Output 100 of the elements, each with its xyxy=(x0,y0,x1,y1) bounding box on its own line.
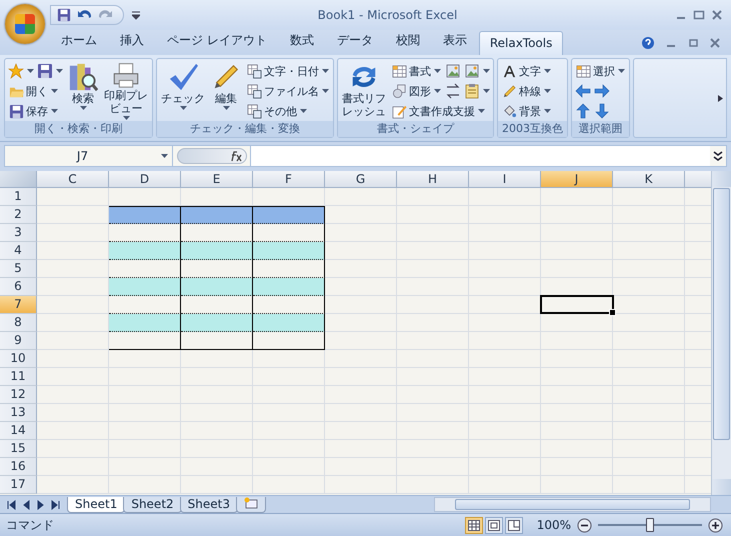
pencil-icon xyxy=(502,84,517,98)
table-icon xyxy=(247,64,262,78)
column-header[interactable]: C xyxy=(37,171,109,188)
zoom-in-icon[interactable] xyxy=(708,518,723,532)
bucket-icon xyxy=(502,104,517,118)
row-header[interactable]: 4 xyxy=(0,242,37,260)
checkmark-icon xyxy=(168,62,198,92)
column-header[interactable]: I xyxy=(469,171,541,188)
page-layout-button[interactable] xyxy=(484,516,503,534)
ribbon-button[interactable]: 印刷プレ ビュー xyxy=(102,61,150,121)
ribbon-button[interactable]: チェック xyxy=(159,61,207,121)
ribbon-button[interactable]: 文書作成支援 xyxy=(390,101,487,121)
icon-button[interactable] xyxy=(574,101,592,121)
restore-icon[interactable] xyxy=(687,36,699,48)
ribbon-button[interactable]: その他 xyxy=(245,101,309,121)
row-header[interactable]: 13 xyxy=(0,404,37,422)
ribbon-button[interactable]: 開く xyxy=(7,81,60,101)
row-header[interactable]: 9 xyxy=(0,332,37,350)
row-header[interactable]: 8 xyxy=(0,314,37,332)
swap-icon xyxy=(445,83,461,99)
shapes-icon xyxy=(392,84,407,98)
letter-icon xyxy=(502,64,517,78)
new-sheet-tab[interactable] xyxy=(236,496,266,512)
icon-button[interactable] xyxy=(7,61,35,81)
scroll-right-icon[interactable] xyxy=(718,94,723,102)
ribbon-button[interactable]: 文字・日付 xyxy=(245,61,331,81)
books-icon xyxy=(68,62,98,92)
row-header[interactable]: 17 xyxy=(0,476,37,494)
close-icon[interactable] xyxy=(709,36,721,48)
last-sheet-icon[interactable] xyxy=(51,500,61,510)
row-header[interactable]: 5 xyxy=(0,260,37,278)
icon-button[interactable] xyxy=(444,81,462,101)
ribbon-tab[interactable]: データ xyxy=(326,27,384,55)
vertical-scrollbar[interactable] xyxy=(711,171,731,495)
row-header[interactable]: 3 xyxy=(0,224,37,242)
page-break-button[interactable] xyxy=(504,516,523,534)
sheet-tab[interactable]: Sheet1 xyxy=(67,496,126,512)
next-sheet-icon[interactable] xyxy=(36,500,46,510)
star-icon xyxy=(8,63,24,79)
row-header[interactable]: 11 xyxy=(0,368,37,386)
row-header[interactable]: 6 xyxy=(0,278,37,296)
column-header[interactable]: D xyxy=(109,171,181,188)
ribbon-button[interactable]: 書式リフ レッシュ xyxy=(340,61,388,121)
sheet-tab[interactable]: Sheet3 xyxy=(180,496,238,512)
row-header[interactable]: 14 xyxy=(0,422,37,440)
sheet-tab[interactable]: Sheet2 xyxy=(123,496,182,512)
ribbon-tab[interactable]: 挿入 xyxy=(109,27,155,55)
ribbon-tab[interactable]: ページ レイアウト xyxy=(156,27,278,55)
ribbon-button[interactable]: 図形 xyxy=(390,81,443,101)
ribbon-button[interactable]: 編集 xyxy=(209,61,243,121)
office-button[interactable] xyxy=(5,4,45,44)
logo-icon xyxy=(15,14,35,34)
first-sheet-icon[interactable] xyxy=(6,500,16,510)
horizontal-scrollbar[interactable] xyxy=(434,497,711,512)
ribbon-button[interactable]: 書式 xyxy=(390,61,443,81)
ribbon-button[interactable]: 背景 xyxy=(500,101,553,121)
row-header[interactable]: 1 xyxy=(0,188,37,206)
insert-function-button[interactable] xyxy=(177,148,247,164)
zoom-out-icon[interactable] xyxy=(577,518,592,532)
zoom-slider-thumb[interactable] xyxy=(646,518,654,532)
zoom-level[interactable]: 100% xyxy=(536,518,571,532)
row-header[interactable]: 10 xyxy=(0,350,37,368)
normal-view-button[interactable] xyxy=(464,516,483,534)
group-label: 選択範囲 xyxy=(572,121,629,137)
maximize-icon[interactable] xyxy=(693,9,705,21)
icon-button[interactable] xyxy=(593,101,611,121)
column-header[interactable]: H xyxy=(397,171,469,188)
ribbon-tab[interactable]: 数式 xyxy=(278,27,325,55)
ribbon-button[interactable]: 選択 xyxy=(574,61,627,81)
ribbon-tab[interactable]: 表示 xyxy=(432,27,478,55)
column-header[interactable]: E xyxy=(181,171,253,188)
ribbon-tab[interactable]: ホーム xyxy=(50,27,108,55)
icon-button[interactable] xyxy=(36,61,64,81)
ribbon-button[interactable]: ファイル名 xyxy=(245,81,331,101)
ribbon-tab[interactable]: 校閲 xyxy=(384,27,431,55)
formula-field[interactable] xyxy=(250,146,710,166)
column-header[interactable]: K xyxy=(613,171,685,188)
help-icon[interactable] xyxy=(641,36,655,50)
arrow-down-icon xyxy=(594,103,610,119)
row-header[interactable]: 7 xyxy=(0,296,37,314)
column-header[interactable]: F xyxy=(253,171,325,188)
arrow-left-icon xyxy=(575,83,591,99)
expand-icon[interactable] xyxy=(712,149,724,163)
close-icon[interactable] xyxy=(711,9,723,21)
ribbon-tab[interactable]: RelaxTools xyxy=(478,31,564,55)
arrow-up-icon xyxy=(575,103,591,119)
ribbon-button[interactable]: 保存 xyxy=(7,101,60,121)
row-header[interactable]: 2 xyxy=(0,206,37,224)
customize-icon[interactable] xyxy=(132,10,140,20)
ribbon-button[interactable]: 文字 xyxy=(500,61,553,81)
row-header[interactable]: 15 xyxy=(0,440,37,458)
image-icon xyxy=(464,63,480,79)
previous-sheet-icon[interactable] xyxy=(21,500,31,510)
row-header[interactable]: 16 xyxy=(0,458,37,476)
ribbon-button[interactable]: 枠線 xyxy=(500,81,553,101)
column-header[interactable]: G xyxy=(325,171,397,188)
row-header[interactable]: 12 xyxy=(0,386,37,404)
ribbon-button[interactable]: 検索 xyxy=(66,61,100,121)
column-header[interactable]: J xyxy=(541,171,613,188)
icon-button[interactable] xyxy=(463,81,491,101)
